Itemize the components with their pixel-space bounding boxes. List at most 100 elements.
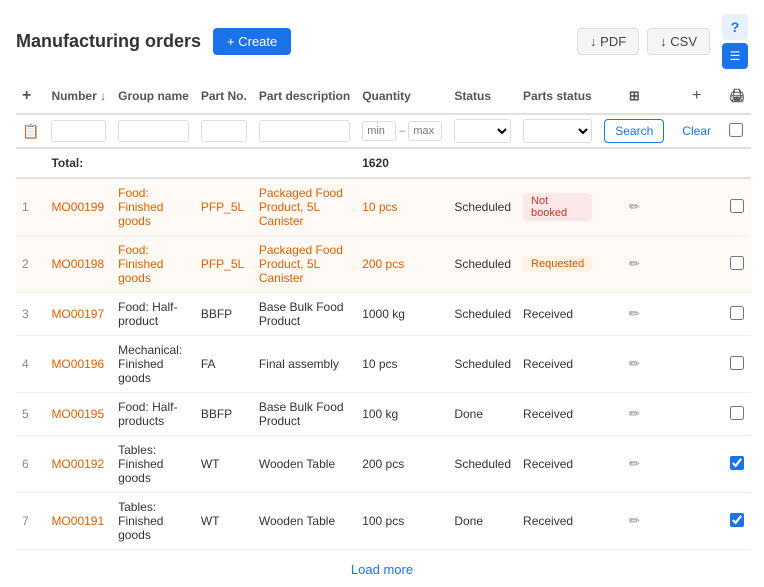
filter-number-cell bbox=[45, 114, 112, 148]
edit-icon[interactable]: ✏ bbox=[629, 306, 640, 321]
create-button[interactable]: + Create bbox=[213, 28, 291, 55]
row-status: Scheduled bbox=[448, 236, 517, 293]
filter-parts-status-cell: Received Not booked Requested bbox=[517, 114, 598, 148]
filter-parts-status-select[interactable]: Received Not booked Requested bbox=[523, 119, 592, 143]
row-col-add bbox=[670, 178, 723, 236]
row-checkbox[interactable] bbox=[730, 306, 744, 320]
filter-add-icon: 📋 bbox=[22, 123, 39, 139]
row-index: 4 bbox=[16, 336, 45, 393]
mo-number-link[interactable]: MO00195 bbox=[51, 407, 104, 421]
load-more-button[interactable]: Load more bbox=[351, 562, 413, 577]
edit-icon[interactable]: ✏ bbox=[629, 256, 640, 271]
pdf-button[interactable]: ↓ PDF bbox=[577, 28, 639, 55]
mo-number-link[interactable]: MO00198 bbox=[51, 257, 104, 271]
row-edit-cell: ✏ bbox=[598, 236, 670, 293]
load-more-container: Load more bbox=[0, 550, 764, 587]
table-body: 1MO00199Food: Finished goodsPFP_5LPackag… bbox=[16, 178, 751, 550]
th-number-label: Number ↓ bbox=[51, 89, 106, 103]
filter-group-cell bbox=[112, 114, 195, 148]
th-col-add[interactable]: + bbox=[670, 79, 723, 114]
clear-button[interactable]: Clear bbox=[676, 120, 717, 142]
qty-max-input[interactable] bbox=[408, 121, 442, 141]
row-col-add bbox=[670, 293, 723, 336]
th-add[interactable]: + bbox=[16, 79, 45, 114]
row-part-description: Packaged Food Product, 5L Canister bbox=[253, 178, 356, 236]
row-number[interactable]: MO00199 bbox=[45, 178, 112, 236]
th-part-no[interactable]: Part No. bbox=[195, 79, 253, 114]
th-number[interactable]: Number ↓ bbox=[45, 79, 112, 114]
row-quantity: 200 pcs bbox=[356, 436, 448, 493]
mo-number-link[interactable]: MO00192 bbox=[51, 457, 104, 471]
th-group-name[interactable]: Group name bbox=[112, 79, 195, 114]
row-parts-status: Requested bbox=[517, 236, 598, 293]
row-col-add bbox=[670, 393, 723, 436]
th-quantity[interactable]: Quantity bbox=[356, 79, 448, 114]
row-status: Done bbox=[448, 393, 517, 436]
th-col-settings[interactable]: ⊞ bbox=[598, 79, 670, 114]
filter-master-checkbox[interactable] bbox=[729, 123, 743, 137]
total-value: 1620 bbox=[362, 156, 389, 170]
row-group-name: Food: Finished goods bbox=[112, 236, 195, 293]
row-checkbox-cell bbox=[723, 393, 752, 436]
row-part-no: WT bbox=[195, 436, 253, 493]
row-index: 3 bbox=[16, 293, 45, 336]
total-label-cell: Total: bbox=[45, 148, 356, 178]
edit-icon[interactable]: ✏ bbox=[629, 456, 640, 471]
search-button[interactable]: Search bbox=[604, 119, 664, 143]
total-value-cell: 1620 bbox=[356, 148, 448, 178]
row-group-name: Mechanical: Finished goods bbox=[112, 336, 195, 393]
bookmark-icon-btn[interactable]: ☰ bbox=[722, 43, 748, 69]
th-col-print[interactable]: 🖨 bbox=[723, 79, 752, 114]
row-col-add bbox=[670, 336, 723, 393]
filter-part-no-input[interactable] bbox=[201, 120, 247, 142]
row-checkbox[interactable] bbox=[730, 256, 744, 270]
mo-number-link[interactable]: MO00197 bbox=[51, 307, 104, 321]
filter-row: 📋 bbox=[16, 114, 751, 148]
filter-group-input[interactable] bbox=[118, 120, 189, 142]
row-checkbox[interactable] bbox=[730, 406, 744, 420]
th-parts-status[interactable]: Parts status bbox=[517, 79, 598, 114]
row-number[interactable]: MO00195 bbox=[45, 393, 112, 436]
row-parts-status: Received bbox=[517, 393, 598, 436]
row-number[interactable]: MO00196 bbox=[45, 336, 112, 393]
filter-status-select[interactable]: Scheduled Done bbox=[454, 119, 511, 143]
edit-icon[interactable]: ✏ bbox=[629, 356, 640, 371]
row-part-no: BBFP bbox=[195, 293, 253, 336]
row-status: Scheduled bbox=[448, 436, 517, 493]
row-number[interactable]: MO00192 bbox=[45, 436, 112, 493]
row-checkbox[interactable] bbox=[730, 456, 744, 470]
row-number[interactable]: MO00197 bbox=[45, 293, 112, 336]
filter-part-desc-input[interactable] bbox=[259, 120, 350, 142]
row-checkbox[interactable] bbox=[730, 356, 744, 370]
row-parts-status: Received bbox=[517, 436, 598, 493]
th-status[interactable]: Status bbox=[448, 79, 517, 114]
filter-number-input[interactable] bbox=[51, 120, 106, 142]
total-label: Total: bbox=[51, 156, 83, 170]
row-edit-cell: ✏ bbox=[598, 178, 670, 236]
row-index: 2 bbox=[16, 236, 45, 293]
total-row: Total: 1620 bbox=[16, 148, 751, 178]
edit-icon[interactable]: ✏ bbox=[629, 199, 640, 214]
help-icon-btn[interactable]: ? bbox=[722, 14, 748, 40]
top-bar-left: Manufacturing orders + Create bbox=[16, 28, 291, 55]
mo-number-link[interactable]: MO00199 bbox=[51, 200, 104, 214]
row-checkbox[interactable] bbox=[730, 199, 744, 213]
qty-min-input[interactable] bbox=[362, 121, 396, 141]
row-checkbox[interactable] bbox=[730, 513, 744, 527]
qty-dash: – bbox=[399, 125, 405, 137]
edit-icon[interactable]: ✏ bbox=[629, 406, 640, 421]
row-number[interactable]: MO00191 bbox=[45, 493, 112, 550]
row-number[interactable]: MO00198 bbox=[45, 236, 112, 293]
edit-icon[interactable]: ✏ bbox=[629, 513, 640, 528]
row-checkbox-cell bbox=[723, 336, 752, 393]
th-part-description[interactable]: Part description bbox=[253, 79, 356, 114]
row-part-no: WT bbox=[195, 493, 253, 550]
row-parts-status: Received bbox=[517, 336, 598, 393]
mo-number-link[interactable]: MO00196 bbox=[51, 357, 104, 371]
row-edit-cell: ✏ bbox=[598, 293, 670, 336]
mo-number-link[interactable]: MO00191 bbox=[51, 514, 104, 528]
row-col-add bbox=[670, 236, 723, 293]
csv-button[interactable]: ↓ CSV bbox=[647, 28, 710, 55]
row-checkbox-cell bbox=[723, 493, 752, 550]
row-quantity: 10 pcs bbox=[356, 178, 448, 236]
